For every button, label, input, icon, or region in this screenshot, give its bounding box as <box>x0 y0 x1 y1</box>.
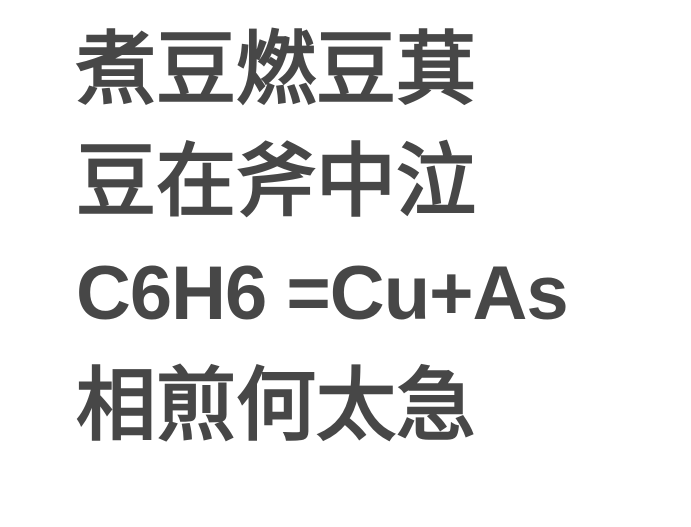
poem-line-3-formula: C6H6 =Cu+As <box>76 251 569 336</box>
poem-line-2: 豆在斧中泣 <box>76 135 476 228</box>
poem-line-1: 煮豆燃豆萁 <box>76 23 476 116</box>
poem-line-4: 相煎何太急 <box>76 359 476 452</box>
poem-text-block: 煮豆燃豆萁 豆在斧中泣 C6H6 =Cu+As 相煎何太急 <box>76 14 676 462</box>
